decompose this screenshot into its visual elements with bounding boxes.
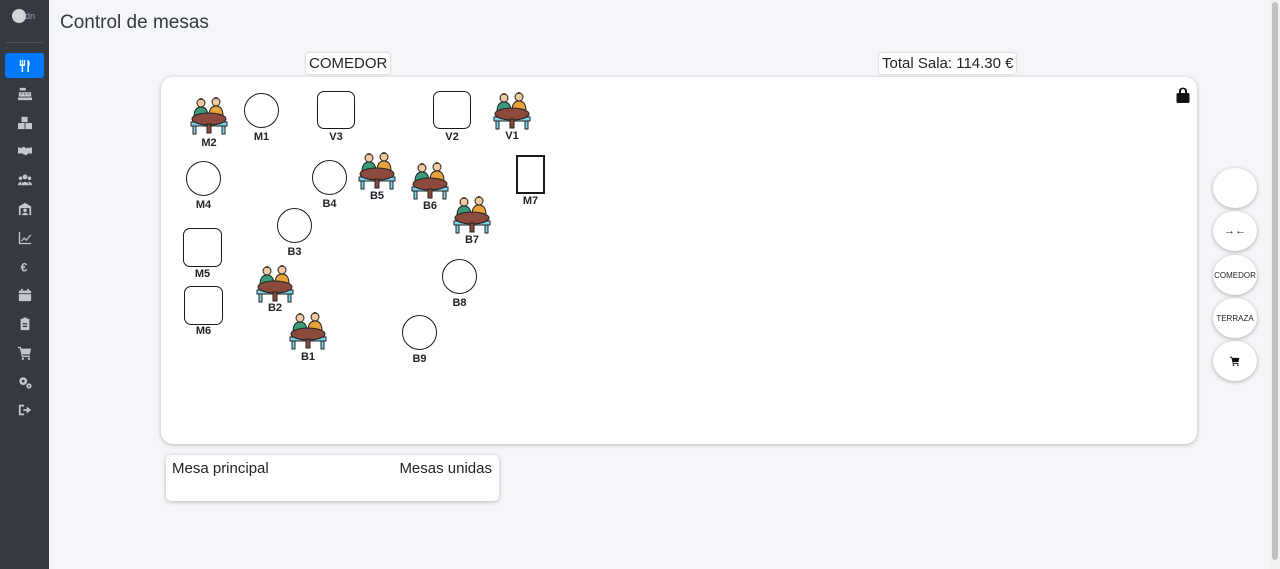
table-m1[interactable]: M1 (244, 93, 279, 145)
main-table-label: Mesa principal (172, 460, 269, 477)
table-label: B1 (300, 351, 316, 363)
table-label: B4 (322, 198, 337, 210)
table-label: M1 (253, 131, 270, 143)
action-button-blank[interactable] (1213, 168, 1257, 208)
floor-plan: M2 M1 V3 V2 V1 M4 B4 B5 B6 M7 B7 B3 M5 B… (161, 77, 1197, 444)
occupied-table-icon (358, 152, 396, 190)
occupied-table-icon (190, 97, 228, 135)
svg-text:€: € (20, 260, 27, 274)
table-b8[interactable]: B8 (442, 259, 477, 311)
table-shape (433, 91, 471, 129)
table-label: B5 (369, 190, 385, 202)
table-b6[interactable]: B6 (410, 160, 450, 214)
table-shape (244, 93, 279, 128)
shopping-cart-icon[interactable] (5, 340, 44, 365)
table-label: B8 (452, 297, 467, 309)
table-m5[interactable]: M5 (183, 228, 222, 282)
table-label: M2 (201, 137, 217, 149)
table-label: M7 (522, 195, 539, 207)
table-b9[interactable]: B9 (402, 315, 437, 367)
table-label: M4 (195, 199, 212, 211)
cogs-icon[interactable] (5, 369, 44, 394)
table-b1[interactable]: B1 (288, 310, 328, 365)
clipboard-icon[interactable] (5, 311, 44, 336)
zone-comedor-button[interactable]: COMEDOR (1213, 255, 1257, 295)
room-total-label: Total Sala: 114.30 € (879, 53, 1017, 74)
users-icon[interactable] (5, 167, 44, 192)
table-m4[interactable]: M4 (186, 161, 221, 213)
table-label: M6 (195, 325, 212, 337)
occupied-table-icon (453, 196, 491, 234)
table-shape (516, 155, 545, 194)
handshake-icon[interactable] (5, 138, 44, 163)
table-label: V1 (505, 130, 519, 142)
lock-icon[interactable] (1176, 86, 1190, 103)
zone-name-label: COMEDOR (306, 53, 391, 74)
table-label: B7 (464, 234, 480, 246)
table-m6[interactable]: M6 (184, 286, 223, 339)
warehouse-user-icon[interactable] (5, 196, 44, 221)
table-m7[interactable]: M7 (516, 155, 545, 209)
table-label: V3 (329, 131, 343, 143)
page-title: Control de mesas (60, 12, 209, 33)
table-shape (312, 160, 347, 195)
sign-out-icon[interactable] (5, 397, 44, 422)
cash-register-icon[interactable] (5, 81, 44, 106)
table-label: B9 (412, 353, 427, 365)
table-b3[interactable]: B3 (277, 208, 312, 260)
joined-tables-label: Mesas unidas (399, 460, 492, 477)
cart-button[interactable] (1213, 341, 1257, 381)
table-v3[interactable]: V3 (317, 91, 355, 145)
occupied-table-icon (289, 312, 327, 350)
table-label: V2 (445, 131, 459, 143)
join-tables-button[interactable]: →← (1213, 211, 1257, 251)
table-shape (183, 228, 222, 267)
table-m2[interactable]: M2 (189, 95, 229, 151)
occupied-table-icon (411, 162, 449, 200)
table-shape (402, 315, 437, 350)
occupied-table-icon (493, 92, 531, 130)
chart-line-icon[interactable] (5, 225, 44, 250)
table-shape (186, 161, 221, 196)
table-shape (442, 259, 477, 294)
scrollbar[interactable] (1270, 0, 1280, 569)
table-label: B3 (287, 246, 302, 258)
occupied-table-icon (256, 265, 294, 303)
sidebar-divider (6, 42, 43, 43)
table-shape (184, 286, 223, 325)
boxes-icon[interactable] (5, 110, 44, 135)
table-v1[interactable]: V1 (492, 90, 532, 144)
calendar-icon[interactable] (5, 282, 44, 307)
table-label: M5 (194, 268, 211, 280)
table-label: B6 (422, 200, 438, 212)
zone-terraza-button[interactable]: TERRAZA (1213, 298, 1257, 338)
shopping-cart-icon (1230, 356, 1240, 366)
table-shape (317, 91, 355, 129)
table-b2[interactable]: B2 (255, 263, 295, 316)
table-label: B2 (267, 302, 283, 314)
joined-tables-panel: Mesa principal Mesas unidas (166, 455, 499, 501)
utensils-icon[interactable] (5, 53, 44, 78)
table-b5[interactable]: B5 (357, 150, 397, 204)
table-b4[interactable]: B4 (312, 160, 347, 212)
table-b7[interactable]: B7 (452, 194, 492, 248)
logo: dn (12, 7, 42, 29)
euro-icon[interactable]: € (5, 254, 44, 279)
table-v2[interactable]: V2 (433, 91, 471, 145)
sidebar: dn € (0, 0, 49, 569)
table-shape (277, 208, 312, 243)
